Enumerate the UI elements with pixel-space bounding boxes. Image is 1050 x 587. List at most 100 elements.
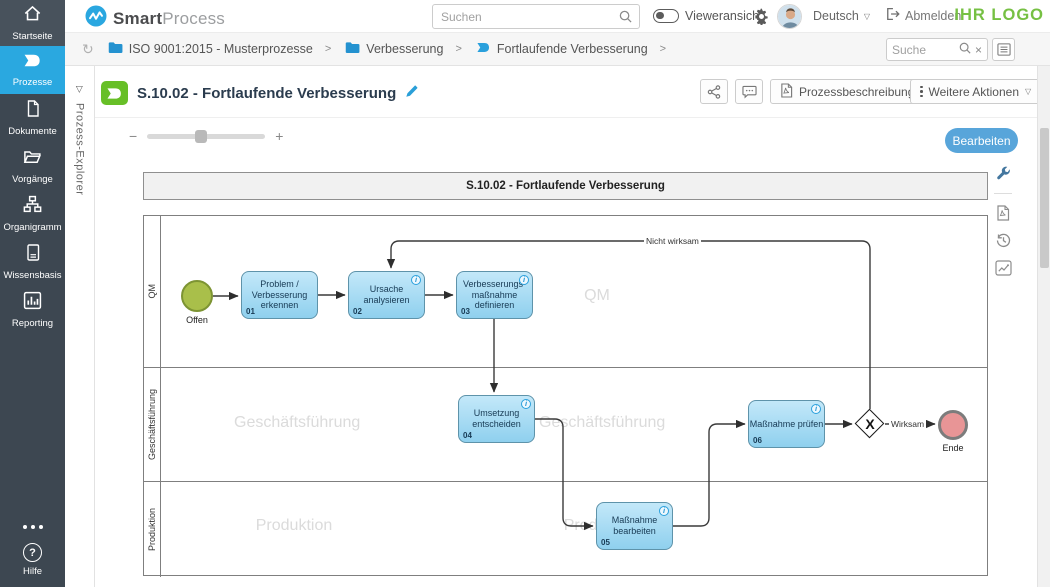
diagram-title: S.10.02 - Fortlaufende Verbesserung bbox=[143, 172, 988, 200]
kebab-icon bbox=[920, 86, 923, 98]
list-view-button[interactable] bbox=[992, 38, 1015, 61]
explorer-expand-icon: ▷ bbox=[74, 86, 85, 93]
flow-label-effective: Wirksam bbox=[889, 419, 926, 429]
zoom-in-button[interactable]: + bbox=[275, 128, 283, 144]
info-icon[interactable]: i bbox=[811, 404, 821, 414]
smartprocess-logo-icon bbox=[85, 5, 107, 32]
document-icon bbox=[24, 99, 42, 123]
explorer-label: Prozess-Explorer bbox=[74, 103, 86, 195]
gateway-x-symbol: X bbox=[855, 410, 885, 438]
sidebar-item-startseite[interactable]: Startseite bbox=[0, 0, 65, 46]
diagram-side-toolbar bbox=[992, 166, 1014, 276]
brand-name: SmartProcess bbox=[113, 9, 225, 29]
process-explorer-panel[interactable]: ▷ Prozess-Explorer bbox=[65, 66, 95, 587]
zoom-control: − + bbox=[129, 128, 283, 144]
zoom-out-button[interactable]: − bbox=[129, 128, 137, 144]
orgchart-icon bbox=[23, 195, 42, 219]
task-04[interactable]: Umsetzung entscheiden 04 i bbox=[458, 395, 535, 443]
share-button[interactable] bbox=[700, 79, 728, 104]
close-icon[interactable]: × bbox=[975, 43, 982, 57]
main-area: SmartProcess Vieweransicht Deutsch ▽ bbox=[65, 0, 1050, 587]
start-event[interactable] bbox=[181, 280, 213, 312]
info-icon[interactable]: i bbox=[659, 506, 669, 516]
info-icon[interactable]: i bbox=[519, 275, 529, 285]
task-02[interactable]: Ursache analysieren 02 i bbox=[348, 271, 425, 319]
task-05[interactable]: Maßnahme bearbeiten 05 i bbox=[596, 502, 673, 550]
bar-chart-icon bbox=[23, 291, 42, 315]
process-icon bbox=[23, 52, 42, 74]
app-window: Startseite Prozesse Dokumente Vorgänge O… bbox=[0, 0, 1050, 587]
end-event[interactable] bbox=[938, 410, 968, 440]
home-icon bbox=[23, 4, 42, 28]
brand-logo: SmartProcess bbox=[85, 5, 225, 32]
chevron-icon: > bbox=[455, 43, 461, 55]
comment-button[interactable] bbox=[735, 79, 763, 104]
process-badge-icon bbox=[101, 81, 128, 105]
chevron-icon: > bbox=[325, 43, 331, 55]
chevron-icon: > bbox=[660, 43, 666, 55]
zoom-slider[interactable] bbox=[147, 134, 265, 139]
toggle-icon bbox=[653, 9, 679, 23]
help-icon: ? bbox=[23, 543, 42, 562]
wrench-tool-icon[interactable] bbox=[995, 166, 1011, 182]
sidebar-item-reporting[interactable]: Reporting bbox=[0, 286, 65, 334]
flow-04-to-05 bbox=[533, 419, 593, 526]
flow-label-not-effective: Nicht wirksam bbox=[644, 236, 701, 246]
sidebar-item-prozesse[interactable]: Prozesse bbox=[0, 46, 65, 94]
vertical-scrollbar[interactable] bbox=[1037, 66, 1050, 587]
history-icon[interactable] bbox=[995, 232, 1012, 249]
edit-title-pencil-icon[interactable] bbox=[405, 84, 419, 103]
folder-icon bbox=[345, 41, 360, 57]
sidebar: Startseite Prozesse Dokumente Vorgänge O… bbox=[0, 0, 65, 587]
more-dots-button[interactable] bbox=[23, 511, 43, 543]
breadcrumb-item-folder-1[interactable]: ISO 9001:2015 - Musterprozesse bbox=[108, 41, 313, 57]
exclusive-gateway[interactable]: X bbox=[855, 409, 885, 439]
sidebar-item-dokumente[interactable]: Dokumente bbox=[0, 94, 65, 142]
chevron-down-icon: ▽ bbox=[1025, 87, 1031, 96]
scrollbar-thumb[interactable] bbox=[1040, 128, 1049, 268]
info-icon[interactable]: i bbox=[521, 399, 531, 409]
task-03[interactable]: Verbesserungs- maßnahme definieren 03 i bbox=[456, 271, 533, 319]
breadcrumb-bar: ↻ ISO 9001:2015 - Musterprozesse > Verbe… bbox=[65, 33, 1050, 66]
zoom-slider-handle[interactable] bbox=[195, 130, 207, 143]
search-icon[interactable] bbox=[959, 42, 971, 57]
global-search-input[interactable] bbox=[433, 10, 612, 24]
folder-icon bbox=[108, 41, 123, 57]
tree-search-input[interactable] bbox=[892, 43, 955, 57]
user-avatar[interactable] bbox=[777, 4, 802, 29]
start-event-label: Offen bbox=[177, 315, 217, 325]
task-06[interactable]: Maßnahme prüfen 06 i bbox=[748, 400, 825, 448]
breadcrumb-item-process[interactable]: Fortlaufende Verbesserung bbox=[476, 41, 648, 57]
logout-button[interactable]: Abmelden bbox=[884, 6, 961, 25]
more-actions-button[interactable]: Weitere Aktionen ▽ bbox=[910, 79, 1041, 104]
info-icon[interactable]: i bbox=[411, 275, 421, 285]
sidebar-item-hilfe[interactable]: ? Hilfe bbox=[23, 543, 42, 587]
page-title: S.10.02 - Fortlaufende Verbesserung bbox=[137, 85, 396, 102]
task-01[interactable]: Problem / Verbesserung erkennen 01 bbox=[241, 271, 318, 319]
refresh-icon[interactable]: ↻ bbox=[82, 41, 94, 58]
sidebar-bottom: ? Hilfe bbox=[0, 511, 65, 587]
folder-open-icon bbox=[23, 148, 42, 171]
sidebar-item-wissensbasis[interactable]: Wissensbasis bbox=[0, 238, 65, 286]
tree-search: × bbox=[886, 38, 988, 61]
sidebar-item-vorgaenge[interactable]: Vorgänge bbox=[0, 142, 65, 190]
settings-gear-icon[interactable] bbox=[753, 8, 770, 30]
book-icon bbox=[24, 243, 42, 267]
edit-button[interactable]: Bearbeiten bbox=[945, 128, 1018, 153]
chevron-down-icon: ▽ bbox=[864, 12, 870, 21]
sidebar-item-organigramm[interactable]: Organigramm bbox=[0, 190, 65, 238]
viewer-view-toggle[interactable]: Vieweransicht bbox=[653, 9, 763, 23]
pdf-export-icon[interactable] bbox=[996, 205, 1010, 221]
content-area: ▷ Prozess-Explorer S.10.02 - Fortlaufend… bbox=[65, 66, 1050, 587]
bpmn-pool: QM Geschäftsführung Produktion QM Geschä… bbox=[143, 215, 988, 576]
search-icon[interactable] bbox=[612, 10, 639, 23]
global-search bbox=[432, 4, 640, 29]
language-selector[interactable]: Deutsch ▽ bbox=[813, 9, 870, 23]
process-icon bbox=[476, 41, 491, 57]
flow-05-to-06 bbox=[671, 424, 745, 526]
logout-icon bbox=[884, 6, 900, 25]
process-description-button[interactable]: Prozessbeschreibung bbox=[770, 79, 924, 104]
title-row: S.10.02 - Fortlaufende Verbesserung Proz… bbox=[95, 66, 1050, 118]
statistics-chart-icon[interactable] bbox=[995, 260, 1012, 276]
breadcrumb-item-folder-2[interactable]: Verbesserung bbox=[345, 41, 443, 57]
